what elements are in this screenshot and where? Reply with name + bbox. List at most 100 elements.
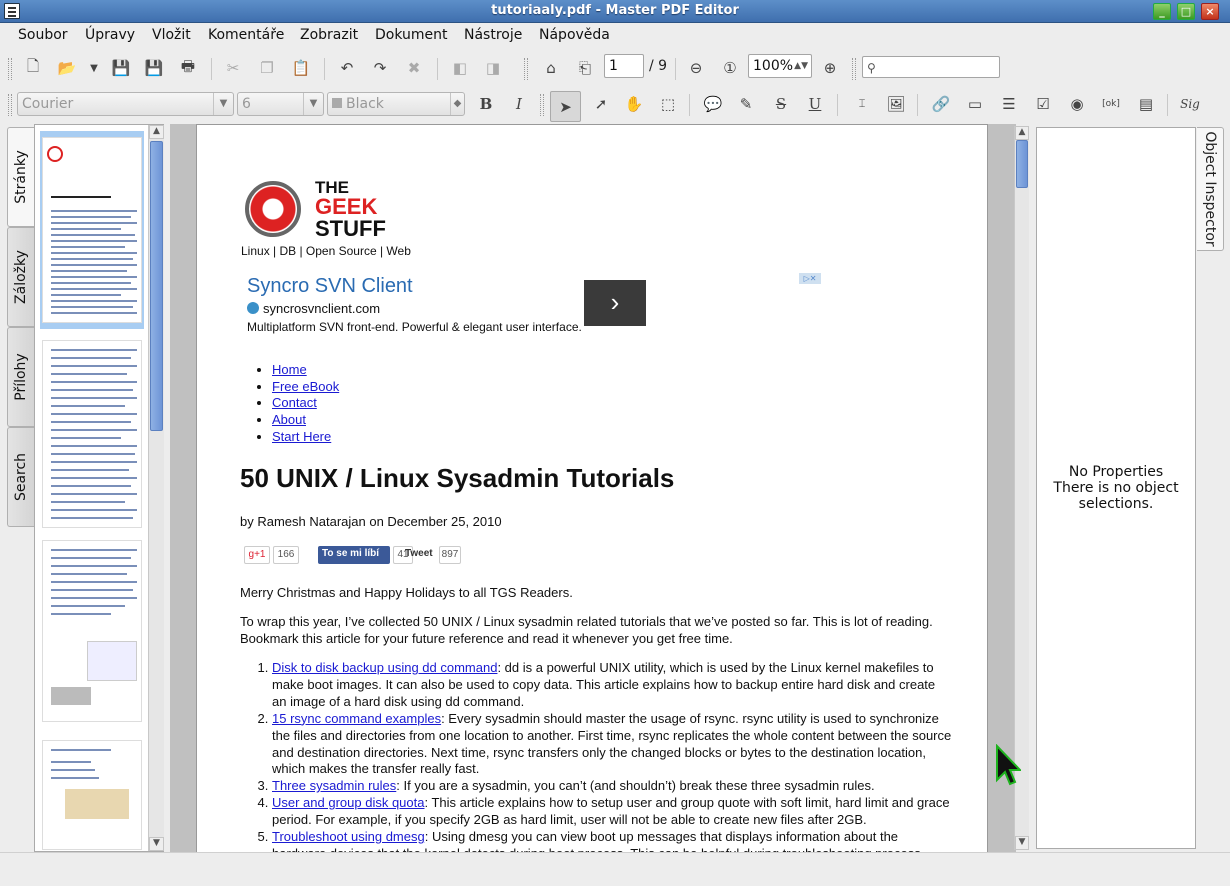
- cut-icon[interactable]: ✂: [221, 56, 245, 80]
- font-select[interactable]: Courier ▼: [17, 92, 234, 116]
- add-text-icon[interactable]: ⌶: [850, 92, 874, 116]
- thumbnail-scrollbar[interactable]: ▲ ▼: [148, 125, 164, 851]
- save-icon[interactable]: 💾: [109, 56, 133, 80]
- menu-vlozit[interactable]: Vložit: [152, 27, 191, 43]
- zoom-out-icon[interactable]: ⊖: [684, 56, 708, 80]
- nav-link-free-ebook[interactable]: Free eBook: [272, 379, 339, 394]
- print-icon[interactable]: 🖶: [176, 56, 200, 80]
- tab-prilohy[interactable]: Přílohy: [7, 327, 34, 427]
- scroll-up-icon[interactable]: ▲: [1015, 126, 1029, 140]
- page-thumbnail-1[interactable]: [42, 137, 142, 323]
- tutorial-link-2[interactable]: 15 rsync command examples: [272, 711, 441, 726]
- scroll-up-icon[interactable]: ▲: [149, 125, 164, 139]
- open-dropdown-icon[interactable]: ▼: [82, 56, 106, 80]
- tutorial-link-1[interactable]: Disk to disk backup using dd command: [272, 660, 497, 675]
- send-backward-icon[interactable]: ◨: [481, 56, 505, 80]
- menu-napoveda[interactable]: Nápověda: [539, 27, 610, 43]
- list-box-icon[interactable]: ☰: [997, 92, 1021, 116]
- facebook-like-button[interactable]: To se mi líbí: [318, 546, 390, 564]
- strikeout-button[interactable]: S: [769, 92, 793, 116]
- nav-link-start-here[interactable]: Start Here: [272, 429, 331, 444]
- page-thumbnail-3[interactable]: [42, 540, 142, 722]
- radio-button-icon[interactable]: ◉: [1065, 92, 1089, 116]
- tab-stranky[interactable]: Stránky: [7, 127, 34, 227]
- hand-icon[interactable]: ✋: [622, 92, 646, 116]
- tweet-button[interactable]: Tweet: [405, 546, 437, 564]
- page-thumbnail-2[interactable]: [42, 340, 142, 528]
- ad-arrow-button[interactable]: ›: [584, 280, 646, 326]
- tab-search[interactable]: Search: [7, 427, 34, 527]
- menu-soubor[interactable]: Soubor: [18, 27, 68, 43]
- delete-icon[interactable]: ✖: [402, 56, 426, 80]
- undo-icon[interactable]: ↶: [335, 56, 359, 80]
- document-view[interactable]: THE GEEK STUFF Linux | DB | Open Source …: [170, 124, 1016, 852]
- toolbar-grip[interactable]: [540, 94, 544, 116]
- zoom-in-icon[interactable]: ⊕: [818, 56, 842, 80]
- search-input[interactable]: ⚲: [862, 56, 1000, 78]
- highlight-icon[interactable]: ✎: [734, 92, 758, 116]
- maximize-button[interactable]: □: [1177, 3, 1195, 20]
- pdf-page[interactable]: THE GEEK STUFF Linux | DB | Open Source …: [196, 124, 988, 852]
- menu-nastroje[interactable]: Nástroje: [464, 27, 522, 43]
- font-size-value: 6: [242, 96, 251, 112]
- nav-link-about[interactable]: About: [272, 412, 306, 427]
- comment-icon[interactable]: 💬: [701, 92, 725, 116]
- zoom-spin-icon[interactable]: ▲▼: [794, 55, 808, 77]
- minimize-button[interactable]: _: [1153, 3, 1171, 20]
- bring-forward-icon[interactable]: ◧: [448, 56, 472, 80]
- close-button[interactable]: ×: [1201, 3, 1219, 20]
- first-page-icon[interactable]: ⌂: [539, 56, 563, 80]
- zoom-input[interactable]: 100% ▲▼: [748, 54, 812, 78]
- italic-button[interactable]: I: [507, 92, 531, 116]
- text-field-icon[interactable]: ▭: [963, 92, 987, 116]
- font-size-select[interactable]: 6 ▼: [237, 92, 324, 116]
- document-scrollbar[interactable]: ▲ ▼: [1014, 126, 1029, 850]
- tutorial-link-3[interactable]: Three sysadmin rules: [272, 778, 396, 793]
- select-text-icon[interactable]: ➚: [589, 92, 613, 116]
- ad-choices-icon[interactable]: ▷✕: [799, 273, 821, 284]
- save-as-icon[interactable]: 💾: [142, 56, 166, 80]
- select-arrow-icon[interactable]: ➤: [550, 91, 581, 122]
- thumbnail-scroll-handle[interactable]: [150, 141, 163, 431]
- tab-object-inspector[interactable]: Object Inspector: [1197, 127, 1224, 251]
- gplus-button[interactable]: g+1: [244, 546, 270, 564]
- tab-zalozky[interactable]: Záložky: [7, 227, 34, 327]
- nav-link-contact[interactable]: Contact: [272, 395, 317, 410]
- menu-komentare[interactable]: Komentáře: [208, 27, 284, 43]
- redo-icon[interactable]: ↷: [368, 56, 392, 80]
- combo-box-icon[interactable]: ▤: [1134, 92, 1158, 116]
- page-thumbnail-4[interactable]: [42, 740, 142, 850]
- add-image-icon[interactable]: 🖼: [884, 92, 908, 116]
- underline-button[interactable]: U: [803, 92, 827, 116]
- color-select[interactable]: Black ◆: [327, 92, 465, 116]
- menu-upravy[interactable]: Úpravy: [85, 27, 135, 43]
- marquee-select-icon[interactable]: ⬚: [656, 92, 680, 116]
- document-scroll-handle[interactable]: [1016, 140, 1028, 188]
- link-icon[interactable]: 🔗: [929, 92, 953, 116]
- toolbar-grip[interactable]: [8, 94, 12, 116]
- bold-button[interactable]: B: [474, 92, 498, 116]
- menu-dokument[interactable]: Dokument: [375, 27, 448, 43]
- copy-icon[interactable]: ❐: [255, 56, 279, 80]
- tutorial-link-5[interactable]: Troubleshoot using dmesg: [272, 829, 425, 844]
- toolbar-grip[interactable]: [524, 58, 528, 80]
- scroll-down-icon[interactable]: ▼: [1015, 836, 1029, 850]
- new-document-icon[interactable]: 🗋: [21, 56, 45, 80]
- push-button-icon[interactable]: [ok]: [1099, 92, 1123, 116]
- ad-title[interactable]: Syncro SVN Client: [247, 275, 413, 298]
- page-number-input[interactable]: 1: [604, 54, 644, 78]
- ad-url[interactable]: syncrosvnclient.com: [247, 301, 380, 316]
- actual-size-icon[interactable]: ①: [718, 56, 742, 80]
- toolbar-grip[interactable]: [852, 58, 856, 80]
- open-icon[interactable]: 📂: [55, 56, 79, 80]
- signature-icon[interactable]: Sig: [1176, 92, 1204, 116]
- scroll-down-icon[interactable]: ▼: [149, 837, 164, 851]
- window-title: tutoriaaly.pdf - Master PDF Editor: [491, 3, 739, 18]
- menu-zobrazit[interactable]: Zobrazit: [300, 27, 358, 43]
- toolbar-grip[interactable]: [8, 58, 12, 80]
- tutorial-link-4[interactable]: User and group disk quota: [272, 795, 424, 810]
- paste-icon[interactable]: 📋: [289, 56, 313, 80]
- go-to-page-icon[interactable]: ⎗: [573, 56, 597, 80]
- nav-link-home[interactable]: Home: [272, 362, 307, 377]
- checkbox-icon[interactable]: ☑: [1031, 92, 1055, 116]
